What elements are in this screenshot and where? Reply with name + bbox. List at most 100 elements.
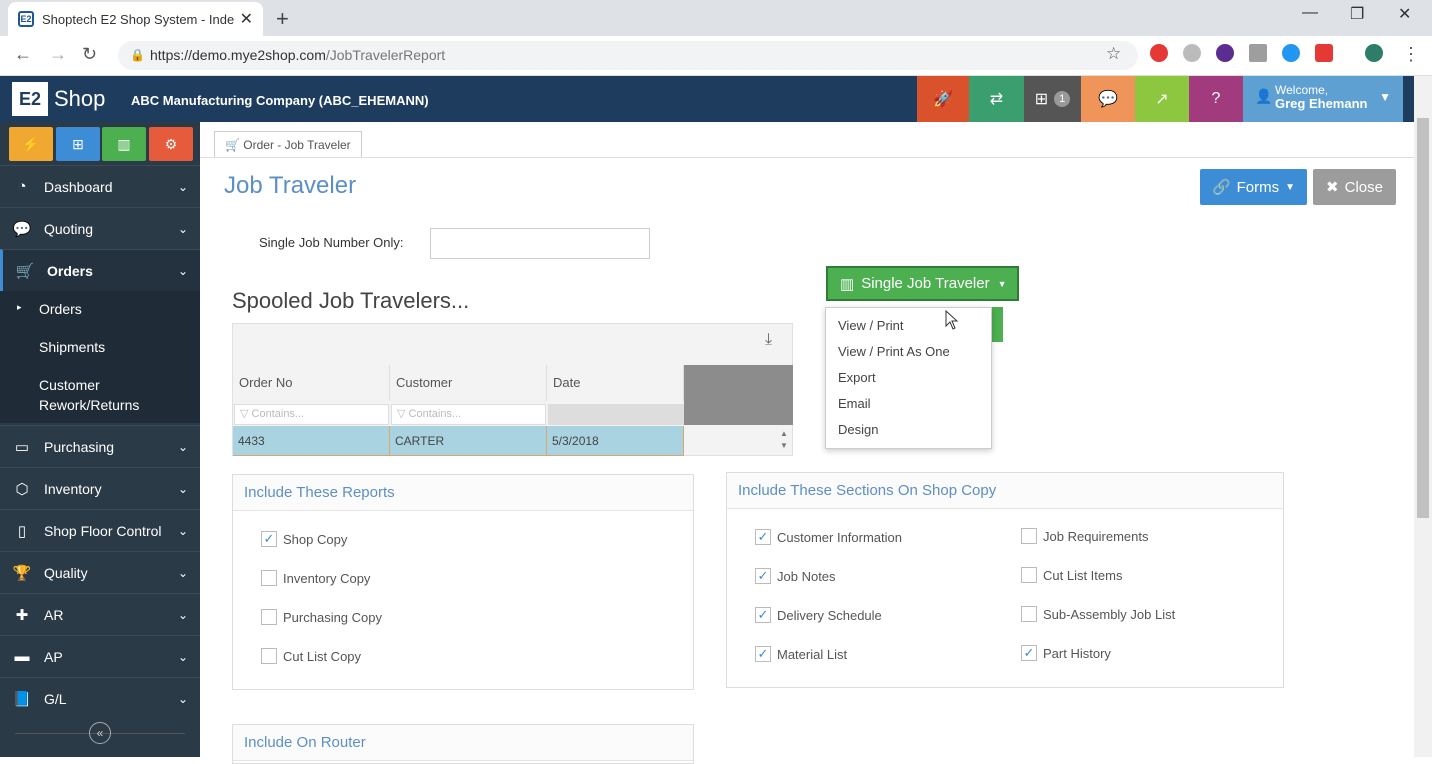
bookmark-star-icon[interactable]: ☆: [1106, 44, 1121, 64]
profile-avatar-icon[interactable]: [1365, 44, 1383, 62]
filter-customer-input[interactable]: ▽ Contains...: [391, 404, 546, 425]
toolbar-chat-button[interactable]: 💬: [1081, 76, 1135, 122]
checkbox-box: [1021, 567, 1037, 583]
page-scrollbar[interactable]: [1414, 76, 1432, 757]
toolbar-sitemap-button[interactable]: ⊞ 1: [1024, 76, 1081, 122]
table-cell-date[interactable]: 5/3/2018: [547, 426, 684, 456]
new-tab-icon[interactable]: +: [276, 6, 289, 32]
quick-sitemap-button[interactable]: ⊞: [56, 127, 100, 161]
menu-item-design[interactable]: Design: [838, 422, 878, 437]
table-cell-order-no[interactable]: 4433: [233, 426, 390, 456]
red-extension-icon[interactable]: [1315, 44, 1333, 62]
sidebar-item-ar[interactable]: ✚ AR ⌄: [0, 593, 200, 635]
rocket-icon: 🚀: [933, 91, 953, 108]
submenu-shipments[interactable]: Shipments: [39, 339, 105, 355]
submenu-orders[interactable]: Orders: [39, 301, 82, 317]
checkbox-inventory-copy[interactable]: Inventory Copy: [261, 570, 370, 586]
sidebar-item-quoting[interactable]: 💬 Quoting ⌄: [0, 207, 200, 249]
url-host: https://demo.mye2shop.com: [150, 47, 326, 63]
checkbox-cut-list-items[interactable]: Cut List Items: [1021, 567, 1122, 583]
include-sections-title: Include These Sections On Shop Copy: [727, 473, 1283, 509]
sidebar-item-quality[interactable]: 🏆 Quality ⌄: [0, 551, 200, 593]
table-cell-customer[interactable]: CARTER: [390, 426, 547, 456]
browser-menu-icon[interactable]: ⋮: [1402, 44, 1420, 65]
restore-icon[interactable]: ❐: [1350, 4, 1364, 24]
close-button[interactable]: ✖ Close: [1313, 169, 1396, 205]
checkbox-material-list[interactable]: ✓ Material List: [755, 646, 847, 662]
user-name: Greg Ehemann: [1275, 96, 1368, 111]
app-logo-text: Shop: [54, 86, 106, 111]
checkbox-shop-copy[interactable]: ✓ Shop Copy: [261, 531, 347, 547]
grid-scroll-area: [684, 365, 793, 425]
caret-right-icon: ▸: [17, 302, 22, 312]
checkbox-part-history[interactable]: ✓ Part History: [1021, 645, 1111, 661]
toolbar-help-button[interactable]: ?: [1189, 76, 1243, 122]
quick-bolt-button[interactable]: ⚡: [9, 127, 53, 161]
sidebar-item-shop-floor-control[interactable]: ▯ Shop Floor Control ⌄: [0, 509, 200, 551]
checkbox-customer-information[interactable]: ✓ Customer Information: [755, 529, 902, 545]
single-job-number-input[interactable]: [430, 228, 650, 259]
menu-item-view-print[interactable]: View / Print: [838, 318, 904, 333]
sidebar-item-purchasing[interactable]: ▭ Purchasing ⌄: [0, 425, 200, 467]
include-router-panel: Include On Router: [232, 724, 694, 764]
checkbox-purchasing-copy[interactable]: Purchasing Copy: [261, 609, 382, 625]
spinner-arrows-icon[interactable]: ▲ ▼: [780, 428, 788, 452]
quick-chart-button[interactable]: ▥: [102, 127, 146, 161]
opera-extension-icon[interactable]: [1150, 44, 1168, 62]
checkbox-cut-list-copy[interactable]: Cut List Copy: [261, 648, 361, 664]
menu-item-export[interactable]: Export: [838, 370, 876, 385]
menu-item-email[interactable]: Email: [838, 396, 871, 411]
checkbox-label: Customer Information: [777, 529, 902, 545]
column-header-order-no[interactable]: Order No: [233, 365, 390, 401]
sidebar-item-gl[interactable]: 📘 G/L ⌄: [0, 677, 200, 719]
menu-item-view-print-as-one[interactable]: View / Print As One: [838, 344, 950, 359]
check-icon: ✓: [755, 646, 771, 662]
quick-gears-button[interactable]: ⚙: [149, 127, 193, 161]
filter-order-no-input[interactable]: ▽ Contains...: [234, 404, 389, 425]
toolbar-refresh-button[interactable]: ⇄: [969, 76, 1024, 122]
reload-icon[interactable]: ↻: [82, 44, 97, 65]
back-icon[interactable]: ←: [14, 44, 32, 65]
filter-date-input[interactable]: [548, 404, 684, 425]
close-tab-icon[interactable]: ✕: [240, 9, 253, 29]
sitemap-icon: ⊞: [1034, 91, 1049, 108]
page-title: Job Traveler: [224, 172, 357, 199]
toolbar-rocket-button[interactable]: 🚀: [917, 76, 969, 122]
checkbox-sub-assembly-job-list[interactable]: Sub-Assembly Job List: [1021, 606, 1175, 622]
checkbox-job-requirements[interactable]: Job Requirements: [1021, 528, 1149, 544]
single-job-traveler-button[interactable]: ▥ Single Job Traveler ▼: [826, 266, 1019, 301]
forward-icon[interactable]: →: [49, 44, 67, 65]
column-header-customer[interactable]: Customer: [390, 365, 547, 401]
sidebar-item-label: AP: [44, 648, 63, 665]
sidebar-item-label: Orders: [47, 262, 93, 279]
yahoo-extension-icon[interactable]: [1216, 44, 1234, 62]
breadcrumb-tab[interactable]: 🛒 Order - Job Traveler: [214, 131, 362, 158]
minimize-icon[interactable]: —: [1302, 4, 1318, 22]
column-header-date[interactable]: Date: [547, 365, 684, 401]
browser-tab[interactable]: E2 Shoptech E2 Shop System - Inde ✕: [8, 2, 263, 36]
checkbox-job-notes[interactable]: ✓ Job Notes: [755, 568, 836, 584]
submenu-customer[interactable]: Customer: [39, 377, 100, 393]
checkbox-delivery-schedule[interactable]: ✓ Delivery Schedule: [755, 607, 882, 623]
include-sections-panel: Include These Sections On Shop Copy ✓ Cus…: [726, 472, 1284, 688]
scrollbar-thumb[interactable]: [1417, 118, 1429, 518]
chevron-down-icon: ⌄: [177, 565, 188, 580]
download-icon[interactable]: ⤓: [765, 331, 772, 349]
submenu-rework-returns[interactable]: Rework/Returns: [39, 397, 139, 413]
sidebar-item-inventory[interactable]: ⬡ Inventory ⌄: [0, 467, 200, 509]
dashboard-icon: ◔: [17, 178, 27, 195]
sidebar-item-orders[interactable]: 🛒 Orders ⌄: [0, 249, 200, 291]
sidebar-item-ap[interactable]: ▬ AP ⌄: [0, 635, 200, 677]
forms-button[interactable]: 🔗 Forms ▼: [1200, 169, 1307, 205]
collapse-sidebar-button[interactable]: «: [89, 722, 111, 744]
extension-circle-icon[interactable]: [1183, 44, 1201, 62]
sidebar-item-dashboard[interactable]: ◔ Dashboard ⌄: [0, 165, 200, 207]
window-close-icon[interactable]: ✕: [1398, 4, 1411, 24]
tablet-icon: ▯: [17, 522, 27, 540]
g-extension-icon[interactable]: [1249, 44, 1267, 62]
cloud-extension-icon[interactable]: [1282, 44, 1300, 62]
toolbar-external-link-button[interactable]: ↗: [1135, 76, 1189, 122]
user-menu[interactable]: 👤 Welcome, Greg Ehemann ▼: [1243, 76, 1403, 122]
checkbox-box: [1021, 528, 1037, 544]
url-field[interactable]: 🔒 https://demo.mye2shop.com/JobTravelerR…: [118, 41, 1138, 70]
